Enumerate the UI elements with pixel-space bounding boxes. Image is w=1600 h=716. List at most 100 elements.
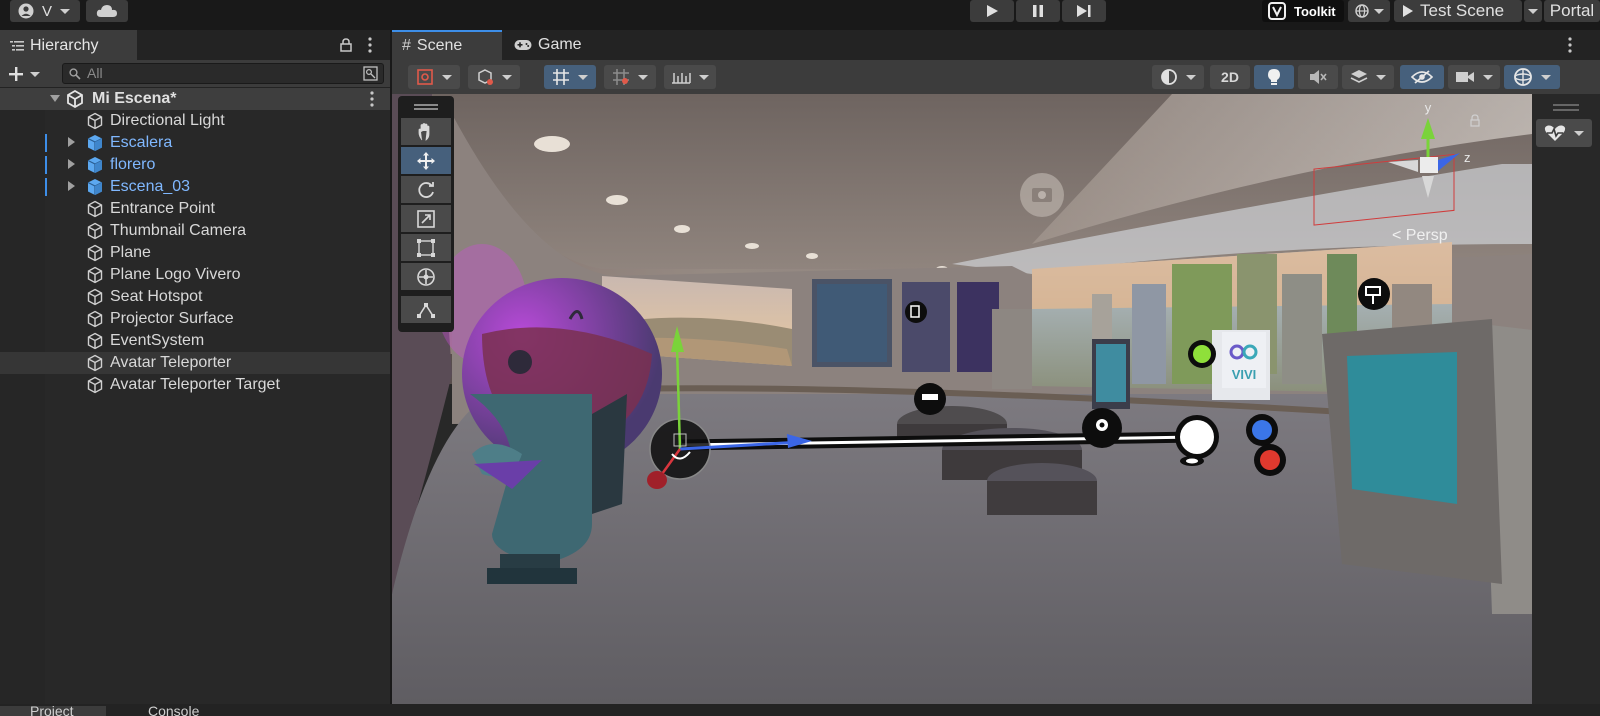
gizmos-dropdown[interactable]	[1504, 65, 1560, 89]
hand-tool-button[interactable]	[401, 118, 451, 145]
shading-mode-dropdown[interactable]	[1152, 65, 1204, 89]
search-placeholder: All	[87, 65, 103, 81]
kebab-menu-icon[interactable]	[1568, 37, 1572, 53]
pause-icon	[1033, 5, 1043, 17]
hierarchy-item[interactable]: Projector Surface	[0, 308, 390, 330]
rect-tool-button[interactable]	[401, 234, 451, 261]
rotate-tool-button[interactable]	[401, 176, 451, 203]
hand-icon	[418, 122, 430, 141]
play-button[interactable]	[970, 0, 1014, 22]
lock-icon[interactable]	[340, 38, 352, 52]
account-icon	[18, 3, 34, 19]
gizmo-sphere-icon	[1514, 68, 1532, 86]
portal-button[interactable]: Portal	[1544, 0, 1600, 22]
increment-snap-icon	[613, 69, 629, 85]
hierarchy-item-label: EventSystem	[110, 332, 205, 349]
scene-viewport[interactable]: VIVI y z < Persp	[392, 94, 1532, 704]
tab-console[interactable]: Console	[112, 706, 222, 716]
hierarchy-item[interactable]: Escalera	[0, 132, 390, 154]
step-icon	[1077, 5, 1091, 17]
vivi-logo-text: VIVI	[1232, 367, 1257, 382]
move-tool-button[interactable]	[401, 147, 451, 174]
tab-hierarchy-label: Hierarchy	[30, 37, 99, 54]
create-dropdown[interactable]	[8, 64, 48, 84]
toolkit-logo-icon	[1268, 2, 1286, 20]
lighting-toggle[interactable]	[1254, 65, 1294, 89]
hierarchy-item[interactable]: florero	[0, 154, 390, 176]
hierarchy-item[interactable]: Thumbnail Camera	[0, 220, 390, 242]
unity-scene-icon	[67, 90, 83, 108]
hierarchy-item[interactable]: Entrance Point	[0, 198, 390, 220]
global-local-dropdown[interactable]	[468, 65, 520, 89]
test-scene-dropdown[interactable]	[1524, 0, 1542, 22]
main-toolbar: V Toolkit Test Scene Portal	[0, 0, 1600, 28]
scene-name: Mi Escena*	[92, 90, 177, 107]
hierarchy-item-label: Plane	[110, 244, 151, 261]
ruler-dropdown[interactable]	[664, 65, 716, 89]
hierarchy-item-label: Thumbnail Camera	[110, 222, 247, 239]
effects-dropdown[interactable]	[1342, 65, 1394, 89]
chevron-down-icon	[1541, 74, 1551, 80]
toolkit-button[interactable]: Toolkit	[1262, 0, 1344, 22]
2d-toggle[interactable]: 2D	[1210, 65, 1250, 89]
hierarchy-item-label: Avatar Teleporter Target	[110, 376, 280, 393]
audio-toggle[interactable]	[1298, 65, 1338, 89]
expand-arrow-icon[interactable]	[68, 159, 75, 169]
hierarchy-item[interactable]: EventSystem	[0, 330, 390, 352]
account-dropdown[interactable]: V	[10, 0, 80, 22]
tab-scene[interactable]: # Scene	[392, 30, 502, 60]
kebab-menu-icon[interactable]	[370, 91, 374, 107]
transform-tool-button[interactable]	[401, 263, 451, 290]
test-scene-button[interactable]: Test Scene	[1394, 0, 1522, 22]
scene-root-row[interactable]: Mi Escena*	[0, 88, 390, 110]
hierarchy-item[interactable]: Plane	[0, 242, 390, 264]
move-arrows-icon	[417, 151, 435, 170]
hidden-eye-icon	[1411, 70, 1433, 84]
hierarchy-item[interactable]: Directional Light	[0, 110, 390, 132]
expand-arrow-icon[interactable]	[68, 137, 75, 147]
expand-arrow-icon[interactable]	[50, 95, 60, 102]
portal-label: Portal	[1549, 1, 1595, 20]
kebab-menu-icon[interactable]	[368, 37, 372, 53]
lightbulb-icon	[1268, 69, 1280, 85]
pause-button[interactable]	[1016, 0, 1060, 22]
increment-snap-dropdown[interactable]	[604, 65, 656, 89]
rect-transform-icon	[417, 238, 435, 257]
ruler-icon	[672, 73, 691, 84]
camera-settings-dropdown[interactable]	[1448, 65, 1500, 89]
chevron-down-icon	[30, 71, 40, 77]
step-button[interactable]	[1062, 0, 1106, 22]
tab-hierarchy[interactable]: Hierarchy	[0, 30, 137, 60]
scene-panel: # Scene Game 2D VIVI y z < Persp	[392, 30, 1600, 704]
mute-icon	[1310, 70, 1327, 84]
hierarchy-item[interactable]: Escena_03	[0, 176, 390, 198]
hierarchy-search-input[interactable]: All	[62, 63, 384, 84]
transform-pivot-icon	[417, 69, 433, 85]
hierarchy-item[interactable]: Seat Hotspot	[0, 286, 390, 308]
hierarchy-item[interactable]: Plane Logo Vivero	[0, 264, 390, 286]
rotate-icon	[418, 181, 434, 198]
shading-sphere-icon	[1161, 69, 1177, 85]
tab-project[interactable]: Project	[0, 706, 106, 716]
expand-arrow-icon[interactable]	[68, 181, 75, 191]
hierarchy-item[interactable]: Avatar Teleporter Target	[0, 374, 390, 396]
cloud-button[interactable]	[86, 0, 128, 22]
tab-game[interactable]: Game	[504, 30, 604, 60]
chevron-down-icon	[1186, 74, 1196, 80]
overlay-health-dropdown[interactable]	[1536, 119, 1592, 147]
prefab-override-marker	[45, 178, 47, 196]
draw-mode-dropdown[interactable]	[408, 65, 460, 89]
scale-tool-button[interactable]	[401, 205, 451, 232]
search-options-icon[interactable]	[363, 66, 378, 81]
tab-scene-label: Scene	[416, 37, 463, 54]
custom-tool-button[interactable]	[401, 296, 451, 323]
chevron-down-icon	[578, 74, 588, 80]
scene-render[interactable]: VIVI y z < Persp	[392, 94, 1532, 704]
perspective-label[interactable]: < Persp	[1392, 227, 1448, 244]
grid-snap-toggle[interactable]	[544, 65, 596, 89]
chevron-down-icon	[638, 74, 648, 80]
hierarchy-item[interactable]: Avatar Teleporter	[0, 352, 390, 374]
gizmo-y-label: y	[1425, 100, 1432, 115]
language-dropdown[interactable]	[1348, 0, 1390, 22]
scene-visibility-toggle[interactable]	[1400, 65, 1444, 89]
